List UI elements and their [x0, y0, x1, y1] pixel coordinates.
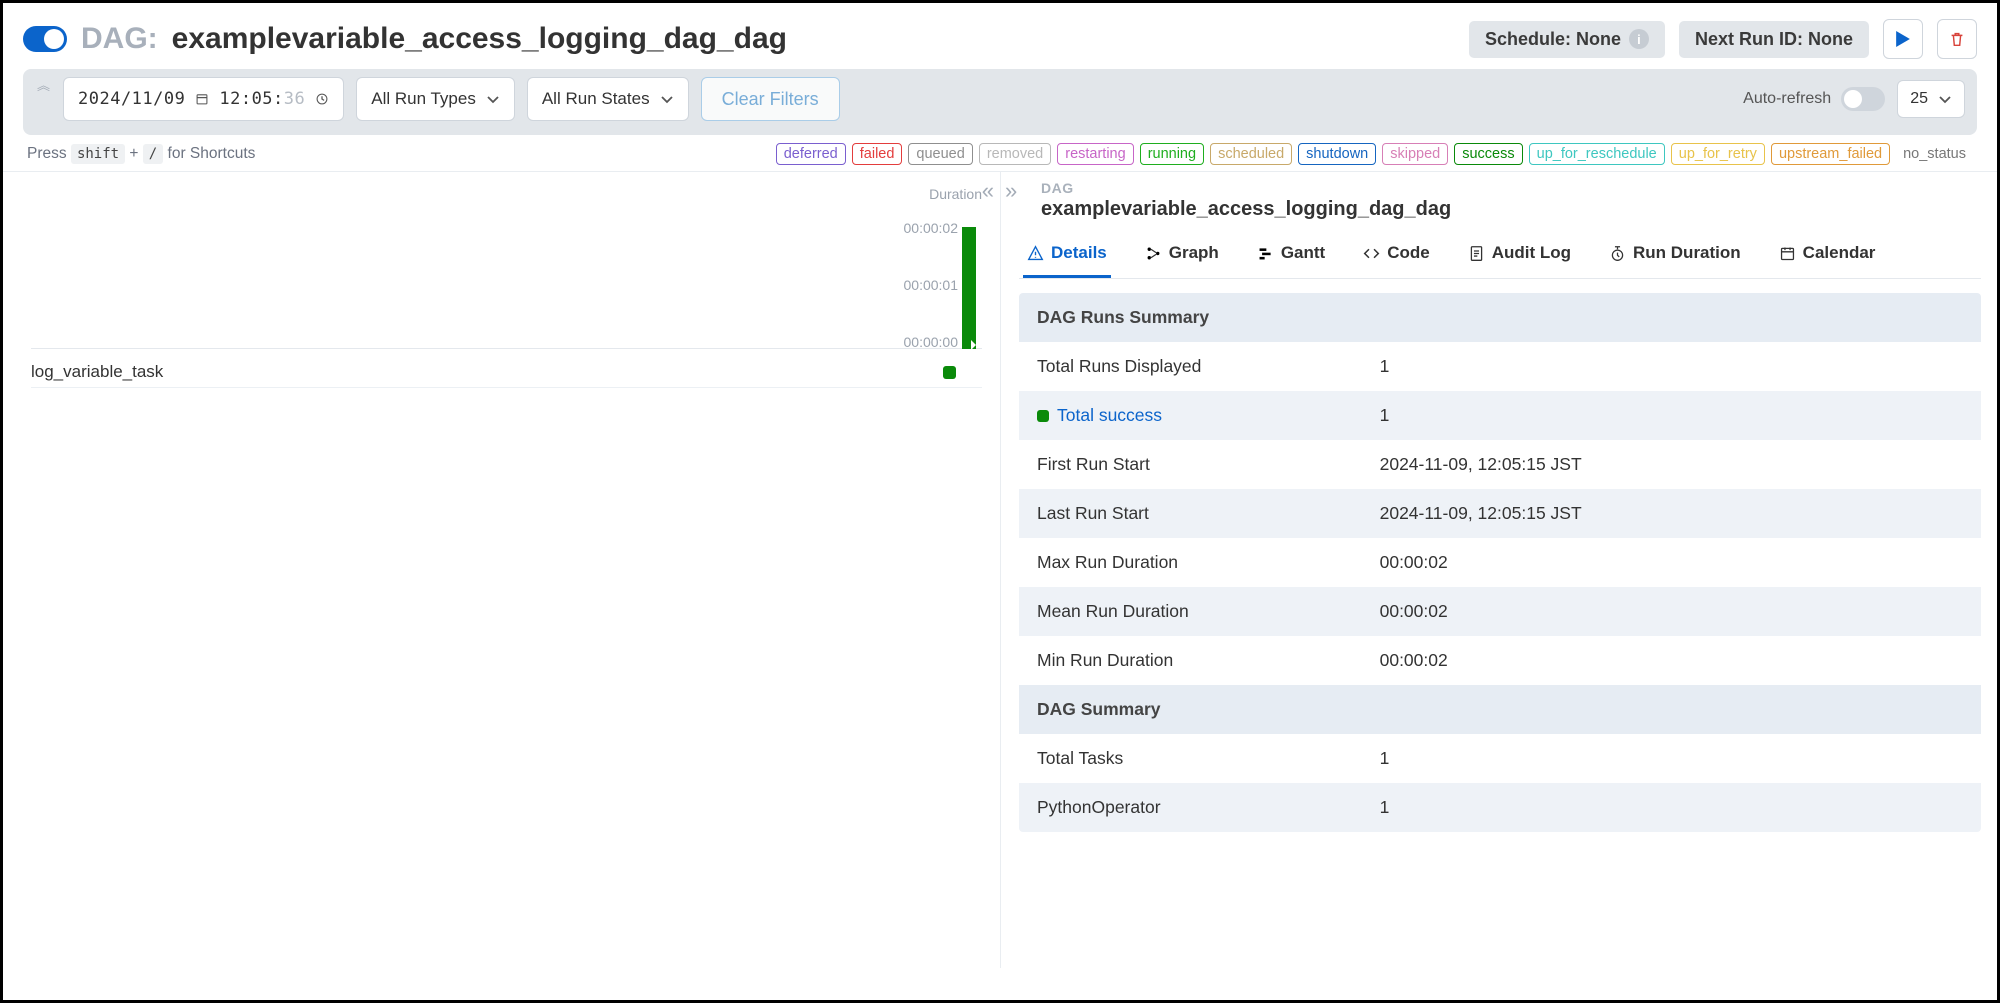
table-row: Last Run Start2024-11-09, 12:05:15 JST [1019, 489, 1981, 538]
duration-chart: Duration 00:00:02 00:00:01 00:00:00 [31, 182, 982, 357]
state-tag-up_for_retry[interactable]: up_for_retry [1671, 143, 1765, 165]
details-table: DAG Runs SummaryTotal Runs Displayed1Tot… [1019, 293, 1981, 832]
clock-icon [315, 92, 329, 106]
shortcuts-hint: Press shift + / for Shortcuts [27, 145, 255, 163]
legend-row: Press shift + / for Shortcuts deferred fa… [3, 135, 1997, 171]
audit-log-icon [1468, 245, 1485, 262]
tab-run-duration[interactable]: Run Duration [1605, 233, 1745, 278]
collapse-filters-icon[interactable]: ︽ [37, 75, 50, 94]
schedule-pill[interactable]: Schedule: None i [1469, 21, 1665, 58]
info-icon: i [1629, 29, 1649, 49]
expand-details-icon[interactable]: » [1005, 178, 1017, 204]
state-tag-upstream_failed[interactable]: upstream_failed [1771, 143, 1890, 165]
state-tag-shutdown[interactable]: shutdown [1298, 143, 1376, 165]
chevron-down-icon [1938, 92, 1952, 106]
tabs: Details Graph Gantt Code Audit Log Run Durati… [1019, 233, 1981, 279]
tab-code[interactable]: Code [1359, 233, 1434, 278]
tab-calendar[interactable]: Calendar [1775, 233, 1880, 278]
filter-bar: ︽ 2024/11/09 12:05:36 All Run Types All … [23, 69, 1977, 135]
tab-details[interactable]: Details [1023, 233, 1111, 278]
graph-icon [1145, 245, 1162, 262]
section-header: DAG Summary [1019, 685, 1981, 734]
delete-button[interactable] [1937, 19, 1977, 59]
table-row: Total Tasks1 [1019, 734, 1981, 783]
play-icon [1895, 31, 1911, 47]
table-row: First Run Start2024-11-09, 12:05:15 JST [1019, 440, 1981, 489]
gantt-icon [1257, 245, 1274, 262]
chevron-down-icon [660, 92, 674, 106]
dag-label: DAG: [81, 22, 158, 56]
tab-graph[interactable]: Graph [1141, 233, 1223, 278]
table-row[interactable]: Total success1 [1019, 391, 1981, 440]
task-row[interactable]: log_variable_task [31, 357, 982, 388]
datetime-picker[interactable]: 2024/11/09 12:05:36 [63, 77, 344, 121]
tab-audit-log[interactable]: Audit Log [1464, 233, 1575, 278]
state-tag-scheduled[interactable]: scheduled [1210, 143, 1292, 165]
task-name: log_variable_task [31, 362, 163, 382]
state-tag-skipped[interactable]: skipped [1382, 143, 1448, 165]
table-row: Total Runs Displayed1 [1019, 342, 1981, 391]
table-row: Max Run Duration00:00:02 [1019, 538, 1981, 587]
state-tag-queued[interactable]: queued [908, 143, 972, 165]
collapse-grid-icon[interactable]: « [982, 178, 994, 204]
dag-toggle[interactable] [23, 26, 67, 52]
state-tag-no_status[interactable]: no_status [1896, 144, 1973, 164]
state-tag-deferred[interactable]: deferred [776, 143, 846, 165]
task-instance-square[interactable] [943, 366, 956, 379]
auto-refresh-toggle[interactable] [1841, 87, 1885, 111]
auto-refresh-label: Auto-refresh [1743, 90, 1831, 108]
clear-filters-button[interactable]: Clear Filters [701, 77, 840, 121]
section-header: DAG Runs Summary [1019, 293, 1981, 342]
state-tag-running[interactable]: running [1140, 143, 1204, 165]
run-types-select[interactable]: All Run Types [356, 77, 515, 121]
table-row: Mean Run Duration00:00:02 [1019, 587, 1981, 636]
dag-run-bar[interactable] [962, 227, 976, 349]
table-row: Min Run Duration00:00:02 [1019, 636, 1981, 685]
chevron-down-icon [486, 92, 500, 106]
run-states-select[interactable]: All Run States [527, 77, 689, 121]
state-tag-removed[interactable]: removed [979, 143, 1051, 165]
code-icon [1363, 245, 1380, 262]
details-panel: » DAG examplevariable_access_logging_dag… [1000, 172, 1997, 968]
grid-panel: « Duration 00:00:02 00:00:01 00:00:00 lo… [3, 172, 1000, 968]
trigger-button[interactable] [1883, 19, 1923, 59]
next-run-pill[interactable]: Next Run ID: None [1679, 21, 1869, 58]
state-tag-success[interactable]: success [1454, 143, 1522, 165]
header: DAG: examplevariable_access_logging_dag_… [3, 3, 1997, 69]
success-dot-icon [1037, 410, 1049, 422]
details-icon [1027, 245, 1044, 262]
calendar-icon [195, 92, 209, 106]
table-row: PythonOperator1 [1019, 783, 1981, 832]
dag-title: examplevariable_access_logging_dag_dag [172, 22, 787, 56]
state-tag-restarting[interactable]: restarting [1057, 143, 1133, 165]
state-tag-up_for_reschedule[interactable]: up_for_reschedule [1529, 143, 1665, 165]
tab-gantt[interactable]: Gantt [1253, 233, 1329, 278]
trash-icon [1948, 30, 1966, 48]
run-duration-icon [1609, 245, 1626, 262]
calendar-icon [1779, 245, 1796, 262]
page-size-select[interactable]: 25 [1897, 80, 1965, 118]
state-tag-failed[interactable]: failed [852, 143, 903, 165]
breadcrumb: DAG examplevariable_access_logging_dag_d… [1019, 180, 1981, 221]
